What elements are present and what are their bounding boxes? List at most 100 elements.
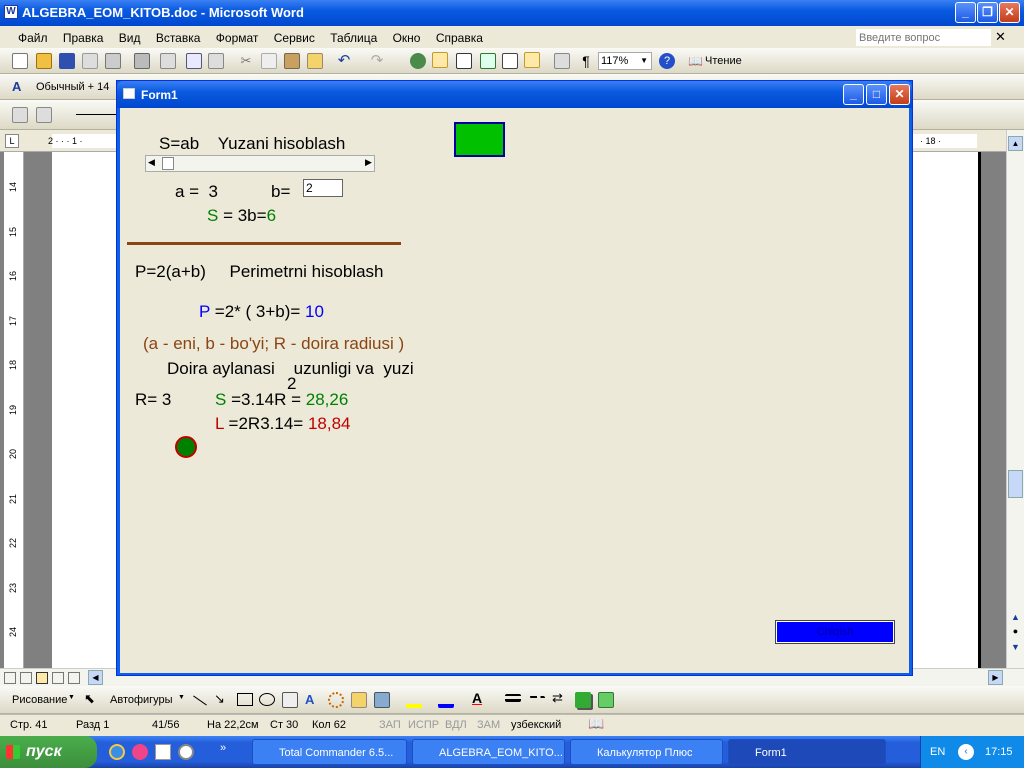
insert-table-icon[interactable] xyxy=(456,53,472,69)
textbox-icon[interactable] xyxy=(282,692,298,708)
vertical-scrollbar[interactable]: ▲ ▲ ● ▼ xyxy=(1006,130,1024,668)
normal-view-icon[interactable] xyxy=(4,672,16,684)
form-maximize-button[interactable]: □ xyxy=(866,84,887,105)
menu-file[interactable]: Файл xyxy=(18,31,48,45)
drawing-menu[interactable]: Рисование xyxy=(12,694,67,706)
format-painter-icon[interactable] xyxy=(307,53,323,69)
track-changes-icon[interactable] xyxy=(12,107,28,123)
browse-object-icon[interactable]: ● xyxy=(1008,626,1023,636)
comment-icon[interactable] xyxy=(36,107,52,123)
save-icon[interactable] xyxy=(59,53,75,69)
menu-view[interactable]: Вид xyxy=(119,31,141,45)
status-ovr[interactable]: ЗАМ xyxy=(477,719,500,731)
task-total-commander[interactable]: Total Commander 6.5... xyxy=(252,739,407,765)
outline-view-icon[interactable] xyxy=(52,672,64,684)
scroll-right-button[interactable]: ▶ xyxy=(988,670,1003,685)
start-button[interactable]: пуск xyxy=(0,736,97,768)
menu-insert[interactable]: Вставка xyxy=(156,31,201,45)
minimize-button[interactable]: _ xyxy=(955,2,976,23)
scroll-right-arrow[interactable]: ▶ xyxy=(365,157,372,168)
next-page-icon[interactable]: ▼ xyxy=(1008,642,1023,652)
ie-quicklaunch-icon[interactable] xyxy=(109,744,125,760)
document-map-icon[interactable] xyxy=(554,53,570,69)
copy-icon[interactable] xyxy=(261,53,277,69)
prev-page-icon[interactable]: ▲ xyxy=(1008,612,1023,622)
style-select[interactable]: Обычный + 14 xyxy=(36,81,109,93)
status-rec[interactable]: ЗАП xyxy=(379,719,401,731)
line-style-icon[interactable] xyxy=(505,694,521,702)
b-input[interactable] xyxy=(303,179,343,197)
research-icon[interactable] xyxy=(208,53,224,69)
exit-button[interactable]: Chiqish xyxy=(775,620,895,644)
line-color-icon[interactable] xyxy=(438,692,454,708)
menu-tools[interactable]: Сервис xyxy=(274,31,315,45)
reading-view-icon[interactable] xyxy=(68,672,80,684)
styles-icon[interactable]: A xyxy=(12,79,28,95)
oval-icon[interactable] xyxy=(259,693,275,706)
arrow-style-icon[interactable]: ⇄ xyxy=(552,690,568,706)
undo-icon[interactable]: ↶ xyxy=(336,53,352,69)
a-value-scrollbar[interactable]: ◀ ▶ xyxy=(145,155,375,172)
select-objects-icon[interactable]: ⬉ xyxy=(84,691,95,707)
redo-icon[interactable]: ↷ xyxy=(369,53,385,69)
arrow-icon[interactable]: ↘ xyxy=(214,691,225,707)
tray-lang[interactable]: EN xyxy=(930,746,945,758)
menu-format[interactable]: Формат xyxy=(216,31,259,45)
cut-icon[interactable]: ✂ xyxy=(238,53,254,69)
close-button[interactable]: ✕ xyxy=(999,2,1020,23)
font-color-icon[interactable]: A xyxy=(472,690,488,706)
tables-borders-icon[interactable] xyxy=(432,52,448,68)
scroll-left-button[interactable]: ◀ xyxy=(88,670,103,685)
open-icon[interactable] xyxy=(36,53,52,69)
form-close-button[interactable]: ✕ xyxy=(889,84,910,105)
media-quicklaunch-icon[interactable] xyxy=(178,744,194,760)
shadow-icon[interactable] xyxy=(575,692,591,708)
print-view-icon[interactable] xyxy=(36,672,48,684)
web-view-icon[interactable] xyxy=(20,672,32,684)
paste-icon[interactable] xyxy=(284,53,300,69)
search-icon[interactable] xyxy=(160,53,176,69)
scroll-thumb[interactable] xyxy=(1008,470,1023,498)
diagram-icon[interactable] xyxy=(328,692,344,708)
new-icon[interactable] xyxy=(12,53,28,69)
insert-excel-icon[interactable] xyxy=(480,53,496,69)
dash-style-icon[interactable] xyxy=(529,696,545,702)
messenger-quicklaunch-icon[interactable] xyxy=(132,744,148,760)
quicklaunch-more-icon[interactable]: » xyxy=(220,742,226,754)
reading-icon[interactable]: 📖 xyxy=(688,53,704,69)
task-calculator[interactable]: Калькулятор Плюс xyxy=(570,739,723,765)
menu-help[interactable]: Справка xyxy=(436,31,483,45)
drawing-toggle-icon[interactable] xyxy=(524,52,540,68)
help-icon[interactable]: ? xyxy=(659,53,675,69)
spelling-status-icon[interactable]: 📖 xyxy=(588,716,604,732)
hyperlink-icon[interactable] xyxy=(410,53,426,69)
status-trk[interactable]: ИСПР xyxy=(408,719,439,731)
rectangle-icon[interactable] xyxy=(237,693,253,706)
menu-table[interactable]: Таблица xyxy=(330,31,377,45)
zoom-select[interactable]: 117% ▼ xyxy=(598,52,652,70)
menu-edit[interactable]: Правка xyxy=(63,31,104,45)
scroll-thumb[interactable] xyxy=(162,157,174,170)
close-doc-icon[interactable]: ✕ xyxy=(995,29,1006,45)
show-formatting-icon[interactable]: ¶ xyxy=(578,53,594,69)
task-word[interactable]: ALGEBRA_EOM_KITO... xyxy=(412,739,565,765)
ask-question-input[interactable] xyxy=(856,29,991,46)
reading-label[interactable]: Чтение xyxy=(705,55,742,67)
task-form1[interactable]: Form1 xyxy=(728,739,886,765)
columns-icon[interactable] xyxy=(502,53,518,69)
spelling-icon[interactable] xyxy=(186,53,202,69)
fill-color-icon[interactable] xyxy=(406,692,422,708)
scroll-left-arrow[interactable]: ◀ xyxy=(148,157,155,168)
restore-button[interactable]: ❐ xyxy=(977,2,998,23)
line-icon[interactable] xyxy=(193,695,207,706)
menu-window[interactable]: Окно xyxy=(393,31,421,45)
status-ext[interactable]: ВДЛ xyxy=(445,719,467,731)
permission-icon[interactable] xyxy=(82,53,98,69)
picture-icon[interactable] xyxy=(374,692,390,708)
outlook-quicklaunch-icon[interactable] xyxy=(155,744,171,760)
tray-arrow-icon[interactable]: ‹ xyxy=(958,744,974,760)
clipart-icon[interactable] xyxy=(351,692,367,708)
tab-selector[interactable]: L xyxy=(5,134,19,148)
wordart-icon[interactable]: A xyxy=(305,692,321,708)
form-minimize-button[interactable]: _ xyxy=(843,84,864,105)
